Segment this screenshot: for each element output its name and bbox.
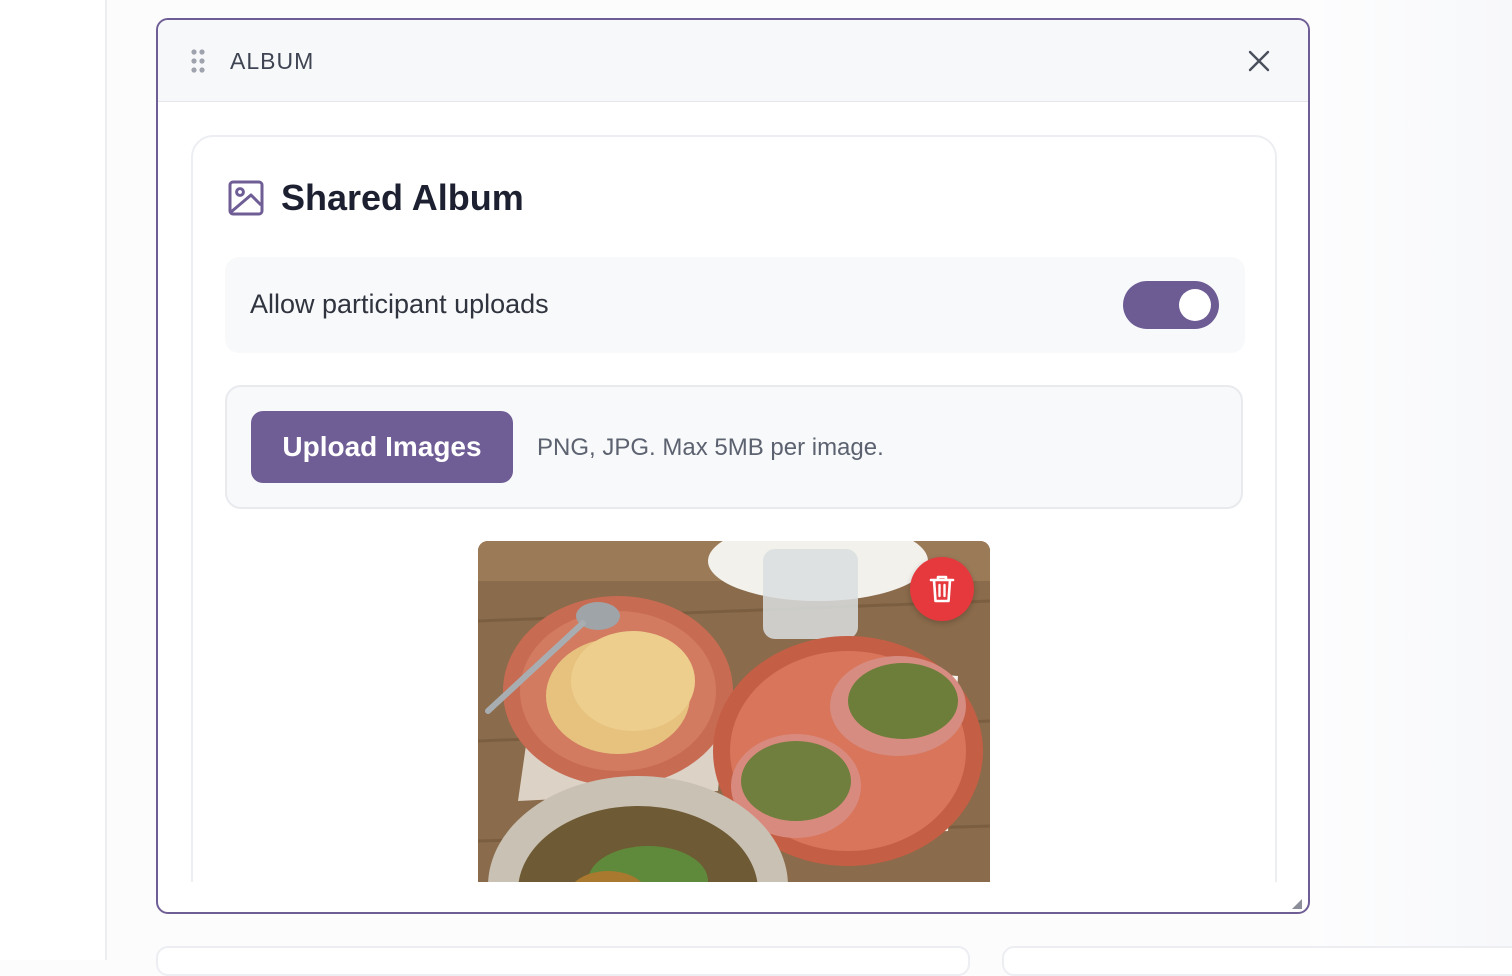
image-icon xyxy=(227,179,265,217)
album-photo[interactable] xyxy=(478,541,990,882)
allow-uploads-toggle[interactable] xyxy=(1123,281,1219,329)
shared-album-card: Shared Album Allow participant uploads U… xyxy=(191,135,1277,882)
upload-images-button[interactable]: Upload Images xyxy=(251,411,513,483)
close-icon[interactable] xyxy=(1244,46,1274,76)
widget-title: ALBUM xyxy=(230,48,315,74)
widget-body: Shared Album Allow participant uploads U… xyxy=(158,102,1308,882)
allow-uploads-label: Allow participant uploads xyxy=(250,289,549,319)
next-widget-right xyxy=(1002,946,1512,976)
widget-header: ALBUM xyxy=(158,20,1308,102)
upload-area: Upload Images PNG, JPG. Max 5MB per imag… xyxy=(225,385,1243,509)
delete-photo-button[interactable] xyxy=(910,557,974,621)
canvas-background xyxy=(1310,0,1512,960)
card-title-row: Shared Album xyxy=(227,177,524,219)
left-sidebar xyxy=(0,0,107,960)
allow-uploads-row: Allow participant uploads xyxy=(225,257,1245,353)
resize-handle-icon[interactable] xyxy=(1292,896,1302,909)
next-widget-left xyxy=(156,946,970,976)
card-title: Shared Album xyxy=(281,177,524,218)
drag-handle-icon[interactable] xyxy=(190,48,206,74)
trash-icon xyxy=(929,575,955,603)
upload-hint: PNG, JPG. Max 5MB per image. xyxy=(537,434,884,461)
toggle-knob xyxy=(1179,289,1211,321)
album-widget[interactable]: ALBUM Shared Album Allow participant upl… xyxy=(156,18,1310,914)
